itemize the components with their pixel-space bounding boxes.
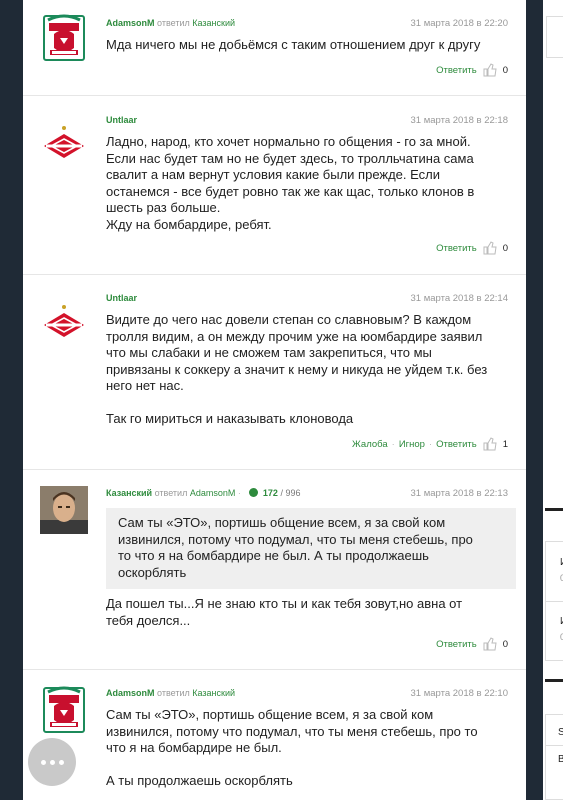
like-count: 0 <box>502 638 508 650</box>
sidebar-table: S B <box>545 714 563 800</box>
comment-date: 31 марта 2018 в 22:14 <box>410 293 509 304</box>
comment-text-2: Так го мириться и наказывать клоновода <box>106 411 354 426</box>
author-line: AdamsonM ответил Казанский <box>106 688 235 698</box>
replied-word: ответил <box>157 18 190 28</box>
comment-date: 31 марта 2018 в 22:10 <box>410 688 509 699</box>
comment-date: 31 марта 2018 в 22:18 <box>410 115 509 126</box>
text-line: привязаны к соккеру а значит к нему и ни… <box>106 361 488 377</box>
comment-text: Видите до чего нас довели степан со слав… <box>106 312 506 395</box>
comment-text: Сам ты «ЭТО», портишь общение всем, я за… <box>106 707 506 757</box>
comment-actions: Ответить 0 <box>436 63 508 77</box>
text-line: свалит а нам вернут условия какие были п… <box>106 167 441 182</box>
comment-item: AdamsonM ответил Казанский 31 марта 2018… <box>23 670 526 800</box>
dot-icon <box>40 759 46 765</box>
author-line: Untlaar <box>106 293 137 303</box>
text-line: Если нас будет там но не будет здесь, то… <box>106 150 474 166</box>
text-line: Видите до чего нас довели степан со слав… <box>106 312 472 327</box>
thumb-up-icon[interactable] <box>483 63 497 77</box>
liverpool-crest-avatar[interactable] <box>40 14 88 62</box>
comment-actions: Ответить 0 <box>436 241 508 255</box>
author-name[interactable]: AdamsonM <box>106 18 155 28</box>
text-line: останемся - все будет ровно так же как щ… <box>106 183 475 199</box>
thumb-up-icon[interactable] <box>483 437 497 451</box>
comment-item: Untlaar 31 марта 2018 в 22:18 Ладно, нар… <box>23 96 526 275</box>
comment-item: Untlaar 31 марта 2018 в 22:14 Видите до … <box>23 275 526 470</box>
text-line: Ладно, народ, кто хочет нормально го общ… <box>106 134 471 149</box>
comment-item: Казанский ответил AdamsonM · 172 / 996 3… <box>23 470 526 670</box>
liverpool-crest-avatar[interactable] <box>40 686 88 734</box>
text-line: Жду на бомбардире, ребят. <box>106 216 272 232</box>
dot-icon <box>58 759 64 765</box>
thumb-up-icon[interactable] <box>483 241 497 255</box>
text-line: что мы слабаки и не сможем там закрепить… <box>106 345 432 360</box>
like-count: 0 <box>502 242 508 254</box>
quote-line: то что я на бомбардире не был. А ты прод… <box>118 548 429 563</box>
comment-text: Ладно, народ, кто хочет нормально го общ… <box>106 134 506 233</box>
text-line: тебя доелся... <box>106 612 191 628</box>
user-photo-avatar[interactable] <box>40 486 88 534</box>
sidebar-row-label[interactable]: B <box>558 754 563 765</box>
reply-button[interactable]: Ответить <box>436 639 477 650</box>
author-name[interactable]: Untlaar <box>106 293 137 303</box>
author-name[interactable]: Казанский <box>106 488 152 498</box>
spartak-logo-avatar[interactable] <box>40 114 88 162</box>
sidebar-divider <box>545 508 563 511</box>
author-name[interactable]: AdamsonM <box>106 688 155 698</box>
reply-to-name[interactable]: AdamsonM <box>190 488 236 498</box>
quote-line: извинился, потому что подумал, что ты ме… <box>118 531 473 547</box>
reply-to-name[interactable]: Казанский <box>192 688 235 698</box>
replied-word: ответил <box>154 488 188 498</box>
user-rating-max: / 996 <box>280 488 301 498</box>
author-line: Untlaar <box>106 115 137 125</box>
text-line: что я на бомбардире не был. <box>106 740 282 755</box>
reply-button[interactable]: Ответить <box>436 439 477 450</box>
text-line: Да пошел ты...Я не знаю кто ты и как теб… <box>106 596 463 611</box>
quote-line: Сам ты «ЭТО», портишь общение всем, я за… <box>118 515 446 530</box>
text-line: шесть раз больше. <box>106 200 221 215</box>
comment-item: AdamsonM ответил Казанский 31 марта 2018… <box>23 0 526 96</box>
sidebar-list: И 0 И 0 <box>545 541 563 661</box>
quote-line: оскорблять <box>118 564 187 580</box>
rating-icon <box>249 488 259 497</box>
dot-icon <box>49 759 55 765</box>
author-name[interactable]: Untlaar <box>106 115 137 125</box>
right-sidebar: И 0 И 0 S B <box>543 0 563 800</box>
comment-text-2: А ты продолжаешь оскорблять <box>106 773 293 788</box>
text-line: Сам ты «ЭТО», портишь общение всем, я за… <box>106 707 434 722</box>
text-line: него нет нас. <box>106 378 184 393</box>
comment-actions: Жалоба · Игнор · Ответить 1 <box>352 437 508 451</box>
sidebar-divider <box>545 679 563 682</box>
reply-button[interactable]: Ответить <box>436 243 477 254</box>
reply-to-name[interactable]: Казанский <box>192 18 235 28</box>
complain-button[interactable]: Жалоба <box>352 439 388 450</box>
quoted-comment: Сам ты «ЭТО», портишь общение всем, я за… <box>106 508 516 589</box>
replied-word: ответил <box>157 688 190 698</box>
comments-column: AdamsonM ответил Казанский 31 марта 2018… <box>23 0 526 800</box>
thumb-up-icon[interactable] <box>483 637 497 651</box>
floating-menu-button[interactable] <box>28 738 76 786</box>
comment-text: Да пошел ты...Я не знаю кто ты и как теб… <box>106 596 506 629</box>
author-line: Казанский ответил AdamsonM · 172 / 996 <box>106 488 301 498</box>
spartak-logo-avatar[interactable] <box>40 293 88 341</box>
comment-date: 31 марта 2018 в 22:20 <box>410 18 509 29</box>
reply-button[interactable]: Ответить <box>436 65 477 76</box>
text-line: извинился, потому что подумал, что ты ме… <box>106 723 478 739</box>
ignore-button[interactable]: Игнор <box>399 439 425 450</box>
user-rating: 172 <box>262 488 278 498</box>
comment-actions: Ответить 0 <box>436 637 508 651</box>
comment-date: 31 марта 2018 в 22:13 <box>410 488 509 499</box>
author-line: AdamsonM ответил Казанский <box>106 18 235 28</box>
text-line: тролля видим, а он между прочим уже на ю… <box>106 328 483 344</box>
like-count: 1 <box>502 438 508 450</box>
sidebar-row-label[interactable]: S <box>558 727 563 738</box>
sidebar-widget-box <box>546 16 563 58</box>
like-count: 0 <box>502 64 508 76</box>
comment-text: Мда ничего мы не добьёмся с таким отноше… <box>106 37 481 52</box>
